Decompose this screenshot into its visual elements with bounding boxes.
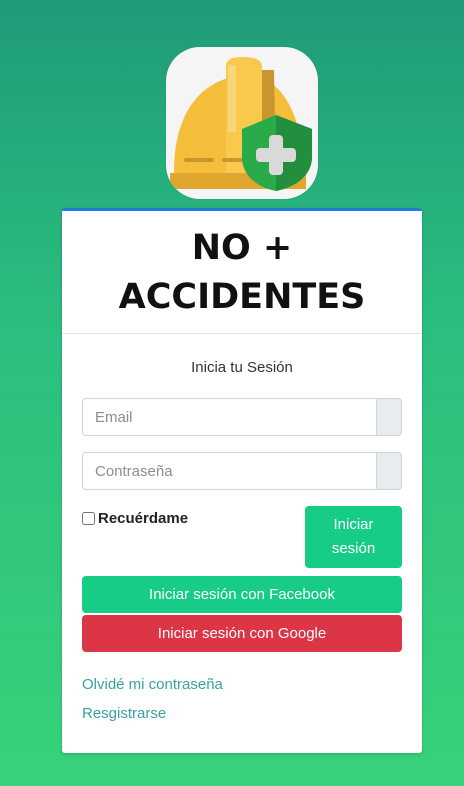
forgot-password-link[interactable]: Olvidé mi contraseña — [82, 672, 402, 698]
card-header: NO + ACCIDENTES — [62, 211, 422, 334]
login-button-line-2: sesión — [331, 540, 376, 557]
title-line-2: ACCIDENTES — [118, 277, 366, 317]
remember-me[interactable]: Recuérdame — [82, 510, 188, 527]
card-links: Olvidé mi contraseña Resgistrarse — [82, 672, 402, 727]
register-link[interactable]: Resgistrarse — [82, 701, 402, 727]
title-line-1: NO + — [191, 228, 293, 268]
remember-label: Recuérdame — [98, 510, 189, 527]
remember-row: Recuérdame Iniciar sesión — [82, 506, 402, 568]
password-input-group — [82, 452, 402, 490]
remember-checkbox[interactable] — [82, 512, 95, 525]
page-title: NO + ACCIDENTES — [119, 222, 366, 322]
email-input-group — [82, 398, 402, 436]
email-input[interactable] — [82, 398, 376, 436]
password-addon — [376, 452, 402, 490]
password-input[interactable] — [82, 452, 376, 490]
facebook-login-button[interactable]: Iniciar sesión con Facebook — [82, 576, 402, 613]
app-logo — [166, 47, 318, 199]
google-login-button[interactable]: Iniciar sesión con Google — [82, 615, 402, 652]
card-body: Inicia tu Sesión Recuérdame Iniciar sesi… — [62, 359, 422, 727]
login-button[interactable]: Iniciar sesión — [305, 506, 402, 568]
login-button-line-1: Iniciar — [333, 516, 374, 533]
email-addon — [376, 398, 402, 436]
login-card: NO + ACCIDENTES Inicia tu Sesión Recuérd… — [62, 208, 422, 753]
login-subtitle: Inicia tu Sesión — [191, 359, 293, 376]
safety-helmet-shield-icon — [170, 57, 312, 191]
